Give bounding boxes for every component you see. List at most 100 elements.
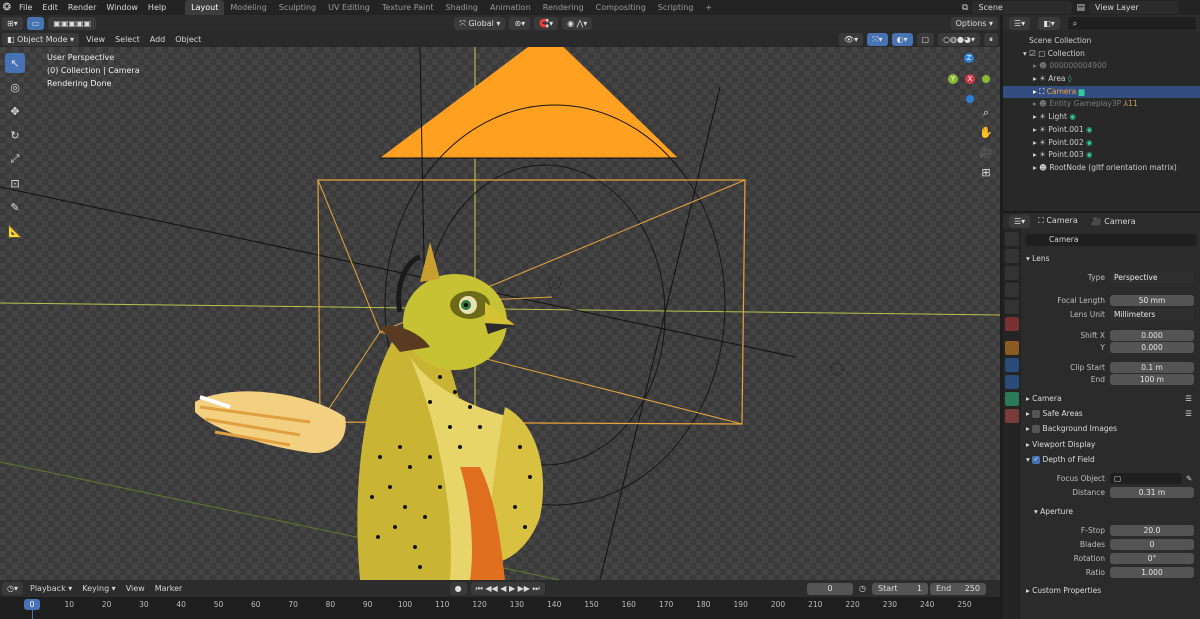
outliner-item-point-001[interactable]: ▸ ☀ Point.001 ◉ — [1003, 124, 1200, 137]
point-light-icon[interactable] — [830, 362, 844, 376]
gizmo-neg-z[interactable] — [966, 95, 974, 103]
clip-start-field[interactable]: 0.1 m — [1110, 362, 1194, 373]
outliner-item-entity[interactable]: ▸ ☻ Entity Gameplay3P ⅄11 — [1003, 98, 1200, 111]
scene-tab-icon[interactable] — [1005, 300, 1019, 314]
pan-hand-icon[interactable]: ✋ — [977, 124, 995, 142]
focal-length-field[interactable]: 50 mm — [1110, 295, 1194, 306]
lens-unit-dropdown[interactable]: Millimeters — [1110, 309, 1194, 320]
shift-x-field[interactable]: 0.000 — [1110, 330, 1194, 341]
outliner-item-point-003[interactable]: ▸ ☀ Point.003 ◉ — [1003, 149, 1200, 162]
physics-tab-icon[interactable] — [1005, 358, 1019, 372]
transform-orientation-dropdown[interactable]: ⤧ Global ▾ — [454, 16, 506, 30]
visibility-icon[interactable]: 👁▾ — [838, 32, 864, 46]
shading-modes-icon[interactable]: ○◍●◕▾ — [938, 32, 980, 46]
record-icon[interactable]: ● — [449, 582, 467, 595]
outliner-search-input[interactable]: ⌕ — [1067, 16, 1196, 30]
tab-sculpting[interactable]: Sculpting — [273, 0, 322, 15]
overlay-toggle-icon[interactable]: ◐▾ — [891, 32, 913, 46]
menu-file[interactable]: File — [14, 3, 37, 12]
dof-header[interactable]: ▾ ✓ Depth of Field — [1022, 453, 1200, 467]
menu-timeline-view[interactable]: View — [121, 584, 150, 593]
end-frame-field[interactable]: End 250 — [930, 582, 986, 595]
menu-select[interactable]: Select — [110, 35, 145, 44]
view-layer-field[interactable]: View Layer — [1088, 1, 1179, 14]
menu-view[interactable]: View — [81, 35, 110, 44]
fstop-field[interactable]: 20.0 — [1110, 525, 1194, 536]
viewport-display-header[interactable]: ▸ Viewport Display — [1022, 438, 1200, 452]
tab-layout[interactable]: Layout — [185, 0, 225, 15]
scale-tool-icon[interactable]: ⤢ — [5, 149, 25, 169]
grid-perspective-icon[interactable]: ⊞ — [977, 164, 995, 182]
tab-rendering[interactable]: Rendering — [537, 0, 590, 15]
menu-help[interactable]: Help — [143, 3, 171, 12]
playback-controls[interactable]: ⏮ ◀◀ ◀ ▶ ▶▶ ⏭ — [470, 582, 545, 595]
world-tab-icon[interactable] — [1005, 317, 1019, 331]
custom-props-header[interactable]: ▸ Custom Properties — [1022, 584, 1200, 598]
view-layer-tab-icon[interactable] — [1005, 283, 1019, 297]
render-tab-icon[interactable] — [1005, 249, 1019, 263]
constraints-tab-icon[interactable] — [1005, 375, 1019, 389]
timeline-ruler[interactable]: 10 20 30 40 50 60 70 80 90 100 110 120 130 140 150 160 1… — [0, 597, 1000, 619]
zoom-icon[interactable]: ⌕ — [977, 104, 995, 122]
gizmo-y-axis[interactable]: Y — [948, 74, 958, 84]
output-tab-icon[interactable] — [1005, 266, 1019, 280]
area-light-shape[interactable] — [380, 47, 678, 158]
current-frame-field[interactable]: 0 — [807, 582, 854, 595]
tab-modeling[interactable]: Modeling — [224, 0, 272, 15]
properties-editor-icon[interactable]: ☰▾ — [1009, 214, 1031, 228]
gizmo-toggle-icon[interactable]: ⤧▾ — [867, 32, 888, 46]
menu-object[interactable]: Object — [170, 35, 206, 44]
snap-icon[interactable]: 🧲▾ — [534, 16, 559, 30]
pause-icon[interactable]: ⏸ — [984, 32, 998, 46]
proportional-edit-icon[interactable]: ◉ ⋀▾ — [562, 16, 593, 30]
camera-panel-header[interactable]: ▸ Camera ☰ — [1022, 392, 1200, 406]
cursor-tool-icon[interactable]: ◎ — [5, 77, 25, 97]
scene-field[interactable]: Scene — [972, 1, 1073, 14]
tab-shading[interactable]: Shading — [439, 0, 484, 15]
safe-areas-checkbox[interactable] — [1032, 410, 1041, 418]
3d-viewport[interactable]: User Perspective (0) Collection | Camera… — [0, 47, 1000, 580]
measure-tool-icon[interactable]: 📐 — [5, 221, 25, 241]
navigation-gizmo[interactable]: Z Y X — [944, 53, 994, 103]
object-tab-icon[interactable] — [1005, 341, 1019, 355]
gizmo-x-axis[interactable]: X — [965, 74, 975, 84]
tab-animation[interactable]: Animation — [484, 0, 537, 15]
outliner-item-light[interactable]: ▸ ☀ Light ◉ — [1003, 111, 1200, 124]
bg-images-header[interactable]: ▸ Background Images — [1022, 422, 1200, 436]
select-box-icon[interactable]: ▭ — [26, 16, 45, 30]
menu-marker[interactable]: Marker — [150, 584, 188, 593]
menu-render[interactable]: Render — [63, 3, 101, 12]
outliner-item-area[interactable]: ▸ ☀ Area ◊ — [1003, 73, 1200, 86]
ratio-field[interactable]: 1.000 — [1110, 567, 1194, 578]
aperture-header[interactable]: ▾ Aperture — [1022, 505, 1200, 519]
move-tool-icon[interactable]: ✥ — [5, 101, 25, 121]
dof-checkbox[interactable]: ✓ — [1032, 456, 1041, 464]
outliner-item-000000004900[interactable]: ▸ ☻ 000000004900 — [1003, 60, 1200, 73]
outliner-editor-icon[interactable]: ☰▾ — [1009, 16, 1031, 30]
point-light-icon[interactable] — [548, 276, 562, 290]
safe-areas-header[interactable]: ▸ Safe Areas ☰ — [1022, 407, 1200, 421]
options-button[interactable]: Options ▾ — [950, 16, 998, 30]
tab-uv-editing[interactable]: UV Editing — [322, 0, 376, 15]
gizmo-neg-y[interactable] — [982, 75, 990, 83]
menu-window[interactable]: Window — [101, 3, 143, 12]
tab-scripting[interactable]: Scripting — [652, 0, 700, 15]
mode-dropdown[interactable]: ◧ Object Mode ▾ — [2, 32, 80, 46]
shift-y-field[interactable]: 0.000 — [1110, 342, 1194, 353]
tool-tab-icon[interactable] — [1005, 232, 1019, 246]
blender-logo-icon[interactable]: ❂ — [0, 2, 14, 13]
menu-edit[interactable]: Edit — [37, 3, 63, 12]
bird-model[interactable] — [195, 242, 544, 580]
transform-tool-icon[interactable]: ⊡ — [5, 173, 25, 193]
gizmo-z-axis[interactable]: Z — [964, 53, 974, 63]
camera-data-tab-icon[interactable] — [1005, 392, 1019, 406]
outliner-scene-collection[interactable]: Scene Collection — [1003, 35, 1200, 48]
scene-icon[interactable]: ⧉ — [962, 3, 968, 13]
blades-field[interactable]: 0 — [1110, 539, 1194, 550]
editor-type-icon[interactable]: ⊞▾ — [2, 16, 23, 30]
clip-end-field[interactable]: 100 m — [1110, 374, 1194, 385]
playhead[interactable]: 0 — [24, 599, 40, 610]
eyedropper-icon[interactable]: ✎ — [1186, 473, 1192, 485]
menu-keying[interactable]: Keying ▾ — [77, 584, 120, 593]
timeline-editor-icon[interactable]: ◷▾ — [2, 582, 23, 595]
